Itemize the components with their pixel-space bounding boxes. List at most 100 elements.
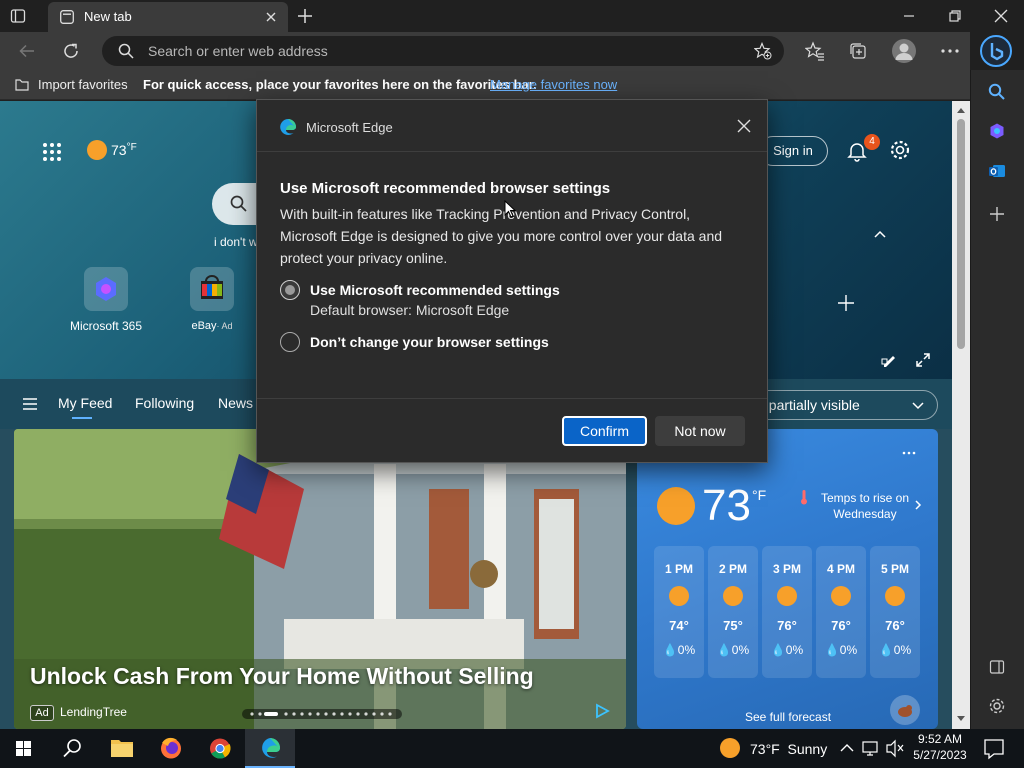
- ad-headline[interactable]: Unlock Cash From Your Home Without Selli…: [30, 663, 534, 690]
- feed-tab-following[interactable]: Following: [135, 395, 194, 411]
- feedback-icon[interactable]: [890, 695, 920, 725]
- sidebar-settings-icon[interactable]: [988, 697, 1006, 715]
- expand-icon[interactable]: [915, 352, 931, 368]
- import-favorites-icon: [14, 77, 30, 93]
- feed-menu-icon[interactable]: [22, 397, 38, 411]
- import-favorites-button[interactable]: Import favorites: [38, 77, 128, 92]
- add-favorite-star-icon[interactable]: [754, 42, 772, 60]
- sidebar-outlook-icon[interactable]: [988, 162, 1006, 180]
- adchoices-icon[interactable]: [594, 703, 610, 719]
- carousel-dots[interactable]: [242, 709, 402, 719]
- weather-forecast-note: Temps to rise on Wednesday: [820, 491, 910, 521]
- dialog-divider: [257, 398, 767, 399]
- back-icon[interactable]: [18, 42, 36, 60]
- quick-link-microsoft-365[interactable]: Microsoft 365: [62, 267, 150, 337]
- microsoft-365-icon: [84, 267, 128, 311]
- notification-center-icon[interactable]: [976, 729, 1012, 768]
- favorites-bar: Import favorites For quick access, place…: [0, 70, 970, 100]
- scroll-thumb[interactable]: [957, 119, 965, 349]
- collections-icon[interactable]: [848, 41, 868, 61]
- profile-avatar[interactable]: [892, 39, 916, 63]
- file-explorer-icon[interactable]: [98, 729, 146, 768]
- taskbar-weather[interactable]: 73°F Sunny: [716, 729, 832, 768]
- content-visibility-label: t partially visible: [761, 397, 860, 413]
- quick-link-label: Microsoft 365: [69, 319, 143, 333]
- refresh-icon[interactable]: [62, 42, 80, 60]
- ebay-icon: [190, 267, 234, 311]
- hero-search-icon: [230, 195, 248, 213]
- apps-grid-icon[interactable]: [42, 142, 62, 162]
- add-quick-link-plus-icon[interactable]: [837, 294, 855, 312]
- clock[interactable]: 9:52 AM 5/27/2023: [910, 729, 970, 768]
- more-options-icon[interactable]: [940, 49, 960, 53]
- edge-taskbar-icon[interactable]: [245, 729, 295, 768]
- page-scrollbar[interactable]: [952, 101, 970, 729]
- page-settings-gear-icon[interactable]: [889, 139, 911, 161]
- option-recommended-radio[interactable]: [280, 280, 300, 300]
- manage-favorites-link[interactable]: Manage favorites now: [490, 77, 617, 92]
- hour-precip: 0%: [893, 643, 912, 657]
- taskbar-search-icon[interactable]: [48, 729, 96, 768]
- close-window-button[interactable]: [978, 0, 1024, 32]
- chrome-icon[interactable]: [196, 729, 244, 768]
- hour-temp: 76°: [831, 618, 851, 633]
- new-tab-plus-icon[interactable]: [296, 7, 314, 25]
- dialog-close-icon[interactable]: [737, 119, 751, 133]
- sidebar-copilot-icon[interactable]: [988, 122, 1006, 140]
- quick-link-ebay[interactable]: eBay· Ad: [182, 267, 242, 337]
- title-bar: New tab: [0, 0, 1024, 32]
- sun-icon: [777, 586, 797, 606]
- dialog-app-name: Microsoft Edge: [306, 120, 393, 135]
- network-icon[interactable]: [860, 729, 882, 768]
- sign-in-button[interactable]: Sign in: [758, 136, 828, 166]
- notification-count-badge: 4: [864, 134, 880, 150]
- favorites-hint: For quick access, place your favorites h…: [143, 77, 537, 92]
- header-weather-temp: 73: [111, 142, 127, 158]
- collapse-chevron-up-icon[interactable]: [873, 229, 887, 239]
- thermometer-icon: [800, 489, 808, 505]
- sidebar-toggle-icon[interactable]: [989, 659, 1005, 675]
- feed-tab-my-feed[interactable]: My Feed: [58, 395, 112, 411]
- hour-temp: 74°: [669, 618, 689, 633]
- windows-taskbar: 73°F Sunny 9:52 AM 5/27/2023: [0, 729, 1024, 768]
- sun-icon: [723, 586, 743, 606]
- option-dont-change-label[interactable]: Don’t change your browser settings: [310, 334, 549, 350]
- chevron-down-icon: [911, 401, 925, 411]
- scroll-up-icon[interactable]: [956, 106, 966, 114]
- header-weather[interactable]: 73°F: [111, 142, 137, 158]
- restore-button[interactable]: [932, 0, 978, 32]
- bing-copilot-button[interactable]: [980, 35, 1012, 67]
- favorites-icon[interactable]: [805, 41, 825, 61]
- edge-sidebar: [970, 70, 1024, 729]
- address-bar[interactable]: [102, 36, 784, 66]
- address-input[interactable]: [148, 41, 738, 61]
- weather-card-temp: 73: [702, 481, 751, 530]
- tab-close-icon[interactable]: [264, 10, 278, 24]
- scroll-down-icon[interactable]: [956, 715, 966, 723]
- option-dont-change-radio[interactable]: [280, 332, 300, 352]
- mouse-cursor-icon: [504, 200, 516, 218]
- firefox-icon[interactable]: [147, 729, 195, 768]
- start-button[interactable]: [0, 729, 48, 768]
- tab-new-tab[interactable]: New tab: [48, 2, 288, 32]
- ad-badge: Ad: [30, 705, 54, 721]
- minimize-button[interactable]: [886, 0, 932, 32]
- weather-next-chevron-icon[interactable]: [914, 499, 922, 511]
- ad-card[interactable]: Unlock Cash From Your Home Without Selli…: [14, 429, 626, 729]
- option-recommended-label[interactable]: Use Microsoft recommended settings: [310, 282, 560, 298]
- feed-tab-news[interactable]: News: [218, 395, 253, 411]
- taskbar-sun-icon: [720, 738, 740, 758]
- volume-muted-icon[interactable]: [884, 729, 906, 768]
- sidebar-add-icon[interactable]: [989, 206, 1005, 222]
- sun-icon: [831, 586, 851, 606]
- recommended-settings-dialog: Microsoft Edge Use Microsoft recommended…: [256, 99, 768, 463]
- tab-actions-icon[interactable]: [10, 8, 26, 24]
- customize-background-icon[interactable]: [881, 352, 897, 368]
- weather-more-icon[interactable]: [902, 451, 916, 455]
- confirm-button[interactable]: Confirm: [562, 416, 647, 446]
- show-hidden-icons-chevron[interactable]: [838, 729, 856, 768]
- sidebar-search-icon[interactable]: [988, 83, 1006, 101]
- weather-card[interactable]: 73 °F Temps to rise on Wednesday 1 PM 74…: [637, 429, 938, 729]
- see-full-forecast-link[interactable]: See full forecast: [745, 710, 831, 724]
- not-now-button[interactable]: Not now: [655, 416, 745, 446]
